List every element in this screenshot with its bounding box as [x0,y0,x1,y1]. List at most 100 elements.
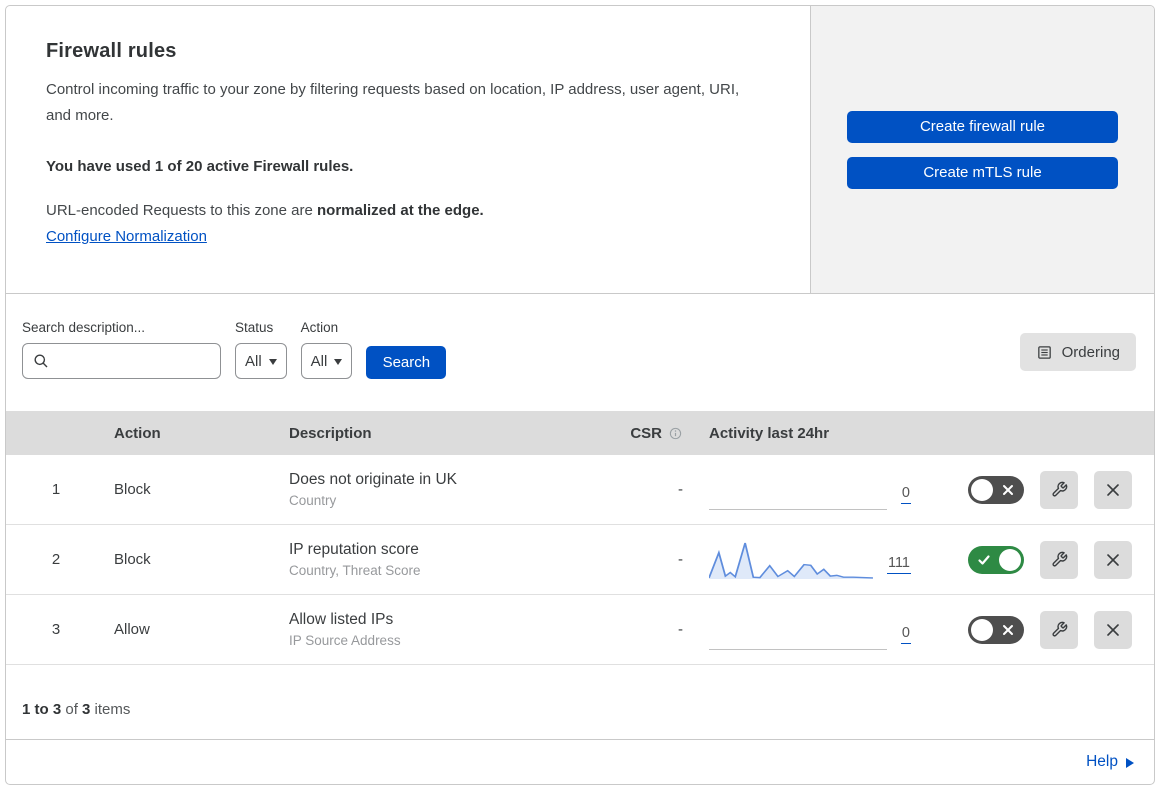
rule-action: Allow [114,621,150,638]
column-description: Description [289,424,372,442]
configure-normalization-link[interactable]: Configure Normalization [46,228,207,245]
rule-description-cell: IP reputation score Country, Threat Scor… [281,541,591,578]
rule-activity-cell: 111 [701,538,941,582]
hero-section: Firewall rules Control incoming traffic … [6,6,1154,294]
column-action: Action [114,424,161,442]
column-csr-label: CSR [630,424,662,442]
filter-controls: Search description... Status All Action … [22,320,447,379]
table-row-2: 2 Block IP reputation score Country, Thr… [6,525,1154,595]
activity-count-link[interactable]: 0 [900,485,911,504]
page-description: Control incoming traffic to your zone by… [46,81,740,124]
create-mtls-rule-button[interactable]: Create mTLS rule [847,156,1118,189]
ordering-button[interactable]: Ordering [1019,333,1136,371]
rule-priority: 1 [51,481,61,498]
status-select-value: All [245,352,262,370]
search-button[interactable]: Search [366,346,447,379]
action-filter-group: Action All [300,320,353,379]
items-range: 1 to 3 [22,700,62,718]
search-input-box[interactable] [22,343,221,379]
search-label: Search description... [22,320,146,335]
rule-fields: Country, Threat Score [289,563,421,578]
normalization-note: URL-encoded Requests to this zone are no… [46,202,768,219]
status-filter-group: Status All [235,320,287,379]
activity-sparkline-flat [709,606,887,650]
rule-description-cell: Allow listed IPs IP Source Address [281,611,591,648]
rule-priority: 3 [51,621,61,638]
enable-toggle[interactable] [968,545,1024,574]
enable-toggle[interactable] [968,615,1024,644]
caret-down-icon [268,359,277,365]
rule-controls [941,470,1154,509]
info-icon[interactable] [668,426,683,441]
delete-rule-button[interactable] [1094,470,1132,509]
column-csr: CSR [591,425,701,442]
edit-rule-button[interactable] [1040,540,1078,579]
rule-controls [941,540,1154,579]
action-select-value: All [310,352,328,370]
action-select[interactable]: All [300,343,353,379]
rule-priority: 2 [51,551,61,568]
normalization-text: URL-encoded Requests to this zone are [46,201,317,219]
column-activity: Activity last 24hr [709,424,830,442]
rule-activity-cell: 0 [701,466,941,514]
normalization-bold: normalized at the edge. [317,201,484,219]
rule-controls [941,610,1154,649]
help-arrow-icon [1126,758,1134,768]
caret-down-icon [334,359,343,365]
edit-rule-button[interactable] [1040,610,1078,649]
rule-csr: - [678,621,683,638]
rule-description: IP reputation score [289,541,419,558]
pagination-summary: 1 to 3 of 3 items [6,665,1154,740]
rule-description: Does not originate in UK [289,471,458,488]
delete-rule-button[interactable] [1094,540,1132,579]
filter-bar: Search description... Status All Action … [6,294,1154,411]
close-icon [1107,623,1119,636]
page-title: Firewall rules [46,40,177,62]
table-row-3: 3 Allow Allow listed IPs IP Source Addre… [6,595,1154,665]
rule-description: Allow listed IPs [289,611,394,628]
toggle-knob [971,618,993,641]
close-icon [1107,483,1119,496]
rule-csr: - [678,481,683,498]
table-row-1: 1 Block Does not originate in UK Country… [6,455,1154,525]
items-word: items [90,700,131,718]
rule-description-cell: Does not originate in UK Country [281,471,591,508]
help-link[interactable]: Help [1086,753,1134,771]
wrench-icon [1051,481,1067,497]
delete-rule-button[interactable] [1094,610,1132,649]
rule-action: Block [114,551,151,568]
search-input[interactable] [57,353,210,369]
status-select[interactable]: All [235,343,287,379]
rule-csr: - [678,551,683,568]
ordering-icon [1037,345,1051,359]
usage-summary: You have used 1 of 20 active Firewall ru… [46,157,354,175]
ordering-button-label: Ordering [1061,343,1120,361]
rule-fields: Country [289,493,337,508]
table-header: Action Description CSR Activity last 24h… [6,411,1154,455]
rule-action: Block [114,481,151,498]
status-label: Status [235,320,274,335]
toggle-check-icon [978,554,990,565]
search-field-group: Search description... [22,320,221,379]
rule-fields: IP Source Address [289,633,401,648]
toggle-knob [999,548,1021,571]
search-icon [34,354,48,368]
help-bar: Help [6,740,1154,784]
wrench-icon [1051,551,1067,567]
toggle-x-icon [1003,484,1013,495]
action-label: Action [300,320,339,335]
activity-count-link[interactable]: 111 [886,555,911,574]
rule-activity-cell: 0 [701,606,941,654]
toggle-knob [971,478,993,501]
activity-count-link[interactable]: 0 [900,625,911,644]
hero-actions-panel: Create firewall rule Create mTLS rule [810,6,1154,293]
edit-rule-button[interactable] [1040,470,1078,509]
wrench-icon [1051,621,1067,637]
close-icon [1107,553,1119,566]
items-of: of [61,700,83,718]
enable-toggle[interactable] [968,475,1024,504]
toggle-x-icon [1003,624,1013,635]
hero-text: Firewall rules Control incoming traffic … [6,6,810,293]
create-firewall-rule-button[interactable]: Create firewall rule [847,110,1118,143]
firewall-rules-panel: Firewall rules Control incoming traffic … [5,5,1155,785]
